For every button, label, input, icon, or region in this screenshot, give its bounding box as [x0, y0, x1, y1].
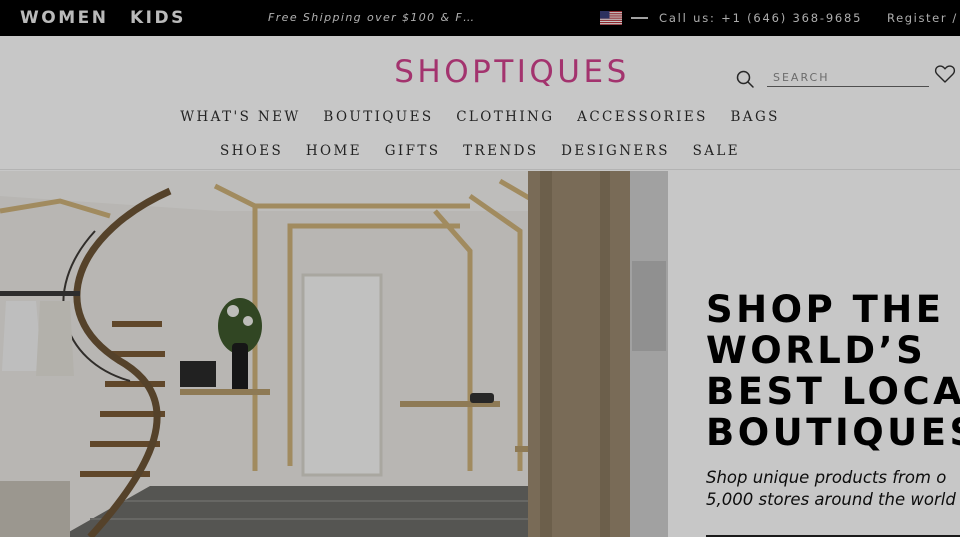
nav-bags[interactable]: BAGS [730, 109, 779, 125]
nav-sale[interactable]: SALE [693, 143, 740, 159]
nav-shoes[interactable]: SHOES [220, 143, 283, 159]
hero-headline-line: BEST LOCA [706, 370, 960, 413]
main-nav-row-1: WHAT'S NEW BOUTIQUES CLOTHING ACCESSORIE… [0, 109, 960, 125]
shipping-promo[interactable]: Free Shipping over $100 & F… [268, 0, 475, 36]
hero-subtitle: Shop unique products from o 5,000 stores… [706, 467, 960, 511]
boutique-interior-photo[interactable] [0, 171, 668, 537]
kids-link[interactable]: KIDS [130, 0, 186, 36]
nav-accessories[interactable]: ACCESSORIES [577, 109, 708, 125]
us-flag-icon[interactable] [600, 11, 622, 25]
nav-gifts[interactable]: GIFTS [385, 143, 441, 159]
women-link[interactable]: WOMEN [20, 0, 108, 36]
hero-subtitle-line: Shop unique products from o [706, 468, 947, 487]
nav-whats-new[interactable]: WHAT'S NEW [180, 109, 300, 125]
register-link[interactable]: Register / [887, 0, 958, 36]
hero-headline-line: BOUTIQUES [706, 411, 960, 454]
hero-headline-line: SHOP THE [706, 288, 945, 331]
main-nav-row-2: SHOES HOME GIFTS TRENDS DESIGNERS SALE [0, 143, 960, 159]
hero-banner[interactable]: SHOP THE WORLD’S BEST LOCA BOUTIQUES Sho… [0, 171, 960, 537]
nav-home[interactable]: HOME [306, 143, 362, 159]
nav-designers[interactable]: DESIGNERS [561, 143, 670, 159]
nav-boutiques[interactable]: BOUTIQUES [323, 109, 433, 125]
hero-headline-line: WORLD’S [706, 329, 927, 372]
nav-trends[interactable]: TRENDS [463, 143, 538, 159]
hero-subtitle-line: 5,000 stores around the world [706, 490, 956, 509]
top-bar: WOMEN KIDS Free Shipping over $100 & F… … [0, 0, 960, 36]
search-input[interactable] [767, 68, 929, 87]
site-header: SHOPTIQUES WHAT'S NEW BOUTIQUES CLOTHING… [0, 36, 960, 170]
heart-icon[interactable] [934, 64, 956, 84]
hero-headline: SHOP THE WORLD’S BEST LOCA BOUTIQUES [706, 289, 960, 453]
divider [631, 17, 648, 19]
nav-clothing[interactable]: CLOTHING [456, 109, 554, 125]
search-icon[interactable] [735, 69, 755, 89]
call-us-text: Call us: +1 (646) 368-9685 [659, 11, 863, 25]
